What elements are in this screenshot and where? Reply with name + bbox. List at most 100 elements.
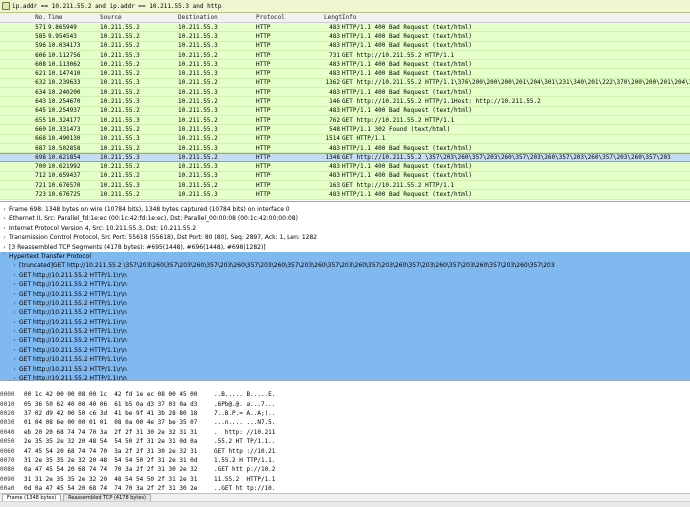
col-destination[interactable]: Destination [178,14,256,21]
cell-time: 10.502858 [48,144,81,152]
packet-row[interactable]: 660 10.331473 10.211.55.2 10.211.55.3 HTTP 54… [0,125,690,135]
expand-arrow-icon[interactable]: › [10,280,19,289]
cell-protocol: HTTP [256,172,271,180]
http-get-line[interactable]: › GET http://10.211.55.2 HTTP/1.1\r\n [0,365,690,374]
col-no[interactable]: No. [12,14,48,21]
detail-line[interactable]: › Internet Protocol Version 4, Src: 10.21… [0,224,690,233]
cell-protocol: HTTP [256,190,271,198]
bytes-row[interactable]: 00a0 0d 0a 47 45 54 20 68 74 74 70 3a 2f … [0,484,690,493]
cell-info: HTTP/1.1 400 Bad Request (text/html) [342,88,473,96]
cell-protocol: HTTP [256,51,271,59]
detail-line[interactable]: › Transmission Control Protocol, Src Port… [0,233,690,242]
bookmark-icon[interactable] [2,2,10,10]
expand-arrow-icon[interactable]: › [0,205,9,214]
http-get-line[interactable]: › GET http://10.211.55.2 HTTP/1.1\r\n [0,308,690,317]
cell-no: 660 [35,125,46,133]
packet-row[interactable]: 700 10.621992 10.211.55.2 10.211.55.3 HTTP 48… [0,162,690,172]
http-get-line[interactable]: › GET http://10.211.55.2 HTTP/1.1\r\n [0,355,690,364]
bytes-row[interactable]: 0090 31 31 2e 35 35 2e 32 20 48 54 54 50 … [0,475,690,484]
bytes-row[interactable]: 0080 0a 47 45 54 20 68 74 74 70 3a 2f 2f … [0,465,690,474]
col-time[interactable]: Time [48,14,100,21]
bytes-row[interactable]: 0050 2e 35 35 2e 32 20 48 54 54 50 2f 31 … [0,437,690,446]
expand-arrow-icon[interactable]: › [10,271,19,280]
cell-protocol: HTTP [256,125,271,133]
packet-row[interactable]: 634 10.240200 10.211.55.2 10.211.55.3 HTTP 48… [0,88,690,98]
cell-source: 10.211.55.3 [100,154,140,162]
http-get-line[interactable]: › GET http://10.211.55.2 HTTP/1.1\r\n [0,299,690,308]
packet-row[interactable]: 596 10.034173 10.211.55.2 10.211.55.3 HTTP 48… [0,41,690,51]
expand-arrow-icon[interactable]: › [10,355,19,364]
cell-destination: 10.211.55.3 [178,107,218,115]
http-get-line[interactable]: › GET http://10.211.55.2 HTTP/1.1\r\n [0,280,690,289]
packet-row[interactable]: 585 9.954543 10.211.55.2 10.211.55.3 HTTP 483… [0,32,690,42]
packet-row[interactable]: 608 10.113062 10.211.55.2 10.211.55.3 HTTP 48… [0,60,690,70]
packet-row[interactable]: 632 10.239633 10.211.55.3 10.211.55.2 HTTP 13… [0,78,690,89]
packet-bytes[interactable]: 0000 00 1c 42 00 00 08 00 1c 42 fd 1e ec … [0,390,690,494]
packet-list[interactable]: No. Time Source Destination Protocol Len… [0,13,690,202]
http-get-line[interactable]: › GET http://10.211.55.2 HTTP/1.1\r\n [0,346,690,355]
col-protocol[interactable]: Protocol [256,14,324,21]
cell-time: 10.490130 [48,135,81,143]
bytes-row[interactable]: 0040 eb 20 20 68 74 74 70 3a 2f 2f 31 30 … [0,428,690,437]
detail-line[interactable]: › Frame 698: 1348 bytes on wire (10784 bi… [0,205,690,214]
col-length[interactable]: Length [324,14,342,21]
packet-row[interactable]: 643 10.254670 10.211.55.3 10.211.55.2 HTTP 14… [0,97,690,107]
cell-length: 1362 [325,79,340,87]
expand-arrow-icon[interactable]: ˅ [0,252,9,261]
packet-row[interactable]: 668 10.490130 10.211.55.3 10.211.55.2 HTTP 15… [0,134,690,144]
col-source[interactable]: Source [100,14,178,21]
http-get-line[interactable]: › GET http://10.211.55.2 HTTP/1.1\r\n [0,336,690,345]
expand-arrow-icon[interactable]: › [0,243,9,252]
bytes-row[interactable]: 0020 37 02 d9 42 00 50 c6 3d 41 be 9f 41 … [0,409,690,418]
filter-text[interactable]: ip.addr == 10.211.55.2 and ip.addr == 10… [12,3,222,10]
bytes-hex: 05 36 50 62 40 00 40 06 61 b5 0a d3 37 0… [24,400,198,408]
bytes-row[interactable]: 0010 05 36 50 62 40 00 40 06 61 b5 0a d3 … [0,399,690,408]
col-info[interactable]: Info [342,14,690,21]
http-get-line[interactable]: › GET http://10.211.55.2 HTTP/1.1\r\n [0,318,690,327]
http-get-line[interactable]: › GET http://10.211.55.2 HTTP/1.1\r\n [0,290,690,299]
packet-row[interactable]: 571 9.865949 10.211.55.2 10.211.55.3 HTTP 483… [0,23,690,33]
packet-row[interactable]: 723 10.676725 10.211.55.2 10.211.55.3 HTTP 48… [0,190,690,200]
expand-arrow-icon[interactable]: › [10,346,19,355]
expand-arrow-icon[interactable]: › [10,336,19,345]
packet-row[interactable]: 645 10.254937 10.211.55.2 10.211.55.3 HTTP 48… [0,106,690,116]
cell-protocol: HTTP [256,23,271,31]
cell-time: 10.621992 [48,163,81,171]
expand-arrow-icon[interactable]: › [0,224,9,233]
cell-info: GET http://10.211.55.2 HTTP/1.1 [342,116,454,124]
packet-row[interactable]: 687 10.502858 10.211.55.2 10.211.55.3 HTTP 48… [0,143,690,154]
http-truncated-line[interactable]: › [truncated]GET http://10.211.55.2 \357\… [0,261,690,271]
detail-line[interactable]: › [3 Reassembled TCP Segments (4178 bytes… [0,243,690,252]
bytes-hex: 01 04 08 6e 00 00 01 01 08 0a 00 4e 37 b… [24,419,198,427]
packet-row[interactable]: 606 10.112756 10.211.55.3 10.211.55.2 HTTP 73… [0,50,690,61]
expand-arrow-icon[interactable]: › [0,233,9,242]
packet-row[interactable]: 712 10.659437 10.211.55.2 10.211.55.3 HTTP 48… [0,171,690,182]
bytes-row[interactable]: 0030 01 04 08 6e 00 00 01 01 08 0a 00 4e … [0,418,690,427]
packet-row[interactable]: 655 10.324177 10.211.55.3 10.211.55.2 HTTP 76… [0,115,690,126]
tab-frame[interactable]: Frame (1348 bytes) [2,494,62,501]
bytes-row[interactable]: 0060 47 45 54 20 68 74 74 70 3a 2f 2f 31 … [0,446,690,455]
expand-arrow-icon[interactable]: › [10,327,19,336]
detail-line[interactable]: ˅ Hypertext Transfer Protocol [0,251,690,262]
packet-details[interactable]: › Frame 698: 1348 bytes on wire (10784 bi… [0,205,690,381]
expand-arrow-icon[interactable]: › [0,214,9,223]
tab-reassembled[interactable]: Reassembled TCP (4178 bytes) [63,494,151,501]
expand-arrow-icon[interactable]: › [10,290,19,299]
expand-arrow-icon[interactable]: › [10,308,19,317]
packet-row[interactable]: 621 10.147410 10.211.55.2 10.211.55.3 HTTP 48… [0,69,690,79]
display-filter-bar[interactable]: ip.addr == 10.211.55.2 and ip.addr == 10… [0,0,690,13]
http-get-line[interactable]: › GET http://10.211.55.2 HTTP/1.1\r\n [0,374,690,380]
bytes-row[interactable]: 0000 00 1c 42 00 00 08 00 1c 42 fd 1e ec … [0,390,690,399]
packet-row[interactable]: 721 10.676570 10.211.55.3 10.211.55.2 HTTP 16… [0,181,690,191]
expand-arrow-icon[interactable]: › [10,365,19,374]
bytes-row[interactable]: 0070 31 2e 35 35 2e 32 20 48 54 54 50 2f … [0,456,690,465]
http-get-line[interactable]: › GET http://10.211.55.2 HTTP/1.1\r\n [0,327,690,336]
detail-line[interactable]: › Ethernet II, Src: Parallel_fd:1e:ec (00… [0,214,690,223]
http-get-line[interactable]: › GET http://10.211.55.2 HTTP/1.1\r\n [0,271,690,280]
expand-arrow-icon[interactable]: › [10,261,19,270]
cell-source: 10.211.55.2 [100,60,140,68]
packet-row[interactable]: 698 10.621854 10.211.55.3 10.211.55.2 HTTP 13… [0,153,690,163]
expand-arrow-icon[interactable]: › [10,299,19,308]
expand-arrow-icon[interactable]: › [10,318,19,327]
expand-arrow-icon[interactable]: › [10,374,19,380]
